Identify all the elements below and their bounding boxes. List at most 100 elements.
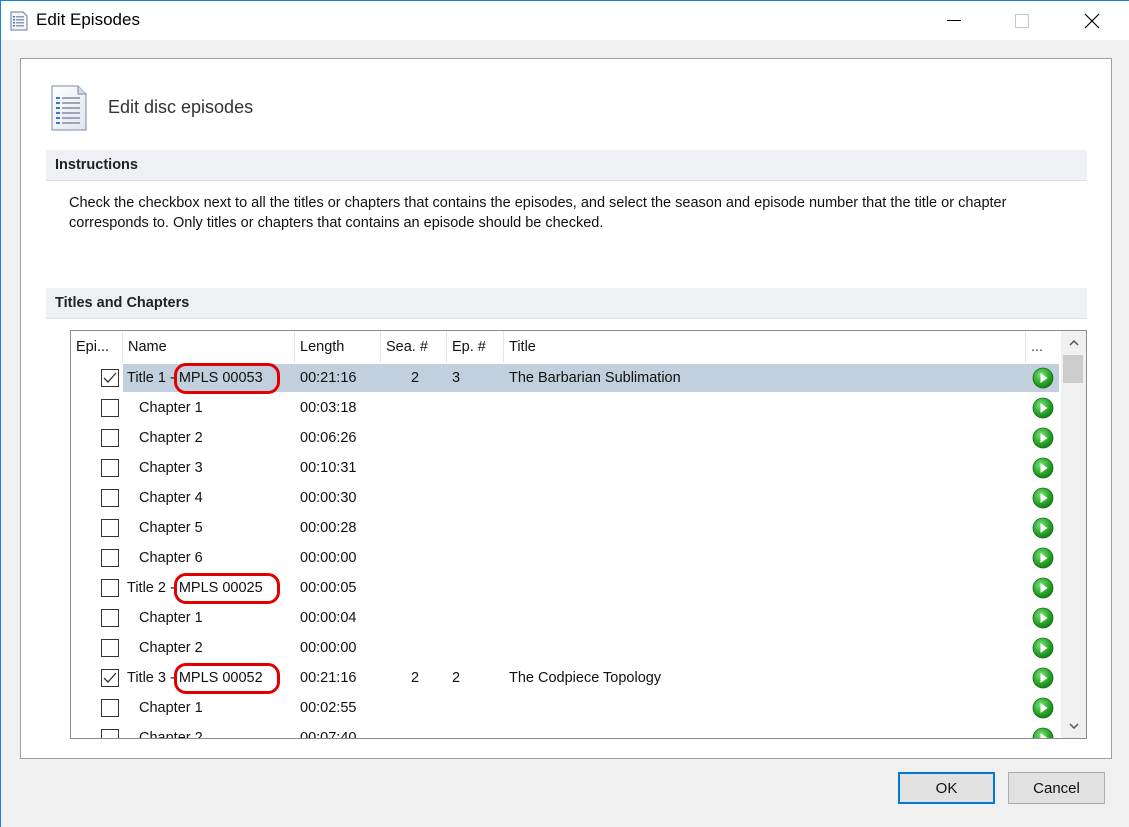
episode-checkbox[interactable]	[101, 639, 119, 657]
play-icon[interactable]	[1032, 577, 1054, 599]
cancel-button[interactable]: Cancel	[1008, 772, 1105, 804]
ok-button[interactable]: OK	[898, 772, 995, 804]
row-name: Chapter 3	[139, 460, 203, 476]
play-icon[interactable]	[1032, 427, 1054, 449]
chapter-row[interactable]: Chapter 5 00:00:28	[71, 513, 1061, 543]
document-list-icon	[51, 85, 87, 131]
chapter-row[interactable]: Chapter 3 00:10:31	[71, 453, 1061, 483]
episode-checkbox[interactable]	[101, 549, 119, 567]
column-header-episode-number[interactable]: Ep. #	[447, 331, 504, 363]
row-name: Chapter 2	[139, 730, 203, 738]
chapter-row[interactable]: Chapter 2 00:06:26	[71, 423, 1061, 453]
row-name: Chapter 1	[139, 700, 203, 716]
minimize-icon	[947, 19, 961, 21]
titles-heading: Titles and Chapters	[55, 295, 190, 311]
column-header-title[interactable]: Title	[504, 331, 1026, 363]
play-icon[interactable]	[1032, 457, 1054, 479]
row-episode[interactable]: 2	[452, 670, 460, 686]
episode-checkbox[interactable]	[101, 699, 119, 717]
row-length: 00:21:16	[300, 670, 357, 686]
episode-checkbox[interactable]	[101, 399, 119, 417]
title-row[interactable]: Title 1 - MPLS 00053 00:21:16 2 3 The Ba…	[71, 363, 1061, 394]
instructions-section-header: Instructions	[46, 150, 1087, 181]
row-name: Title 2 - MPLS 00025	[127, 580, 263, 596]
chapter-row[interactable]: Chapter 4 00:00:30	[71, 483, 1061, 513]
row-episode[interactable]: 3	[452, 370, 460, 386]
row-name: Chapter 5	[139, 520, 203, 536]
episode-checkbox[interactable]	[101, 519, 119, 537]
instructions-text: Check the checkbox next to all the title…	[69, 195, 1007, 231]
document-list-icon	[10, 11, 28, 31]
episode-checkbox[interactable]	[101, 369, 119, 387]
titles-section-header: Titles and Chapters	[46, 288, 1087, 319]
title-row[interactable]: Title 2 - MPLS 00025 00:00:05	[71, 573, 1061, 604]
column-header-length[interactable]: Length	[295, 331, 381, 363]
row-name: Title 3 - MPLS 00052	[127, 670, 263, 686]
row-season[interactable]: 2	[411, 670, 419, 686]
chapter-row[interactable]: Chapter 2 00:07:40	[71, 723, 1061, 738]
minimize-button[interactable]	[931, 1, 977, 40]
play-icon[interactable]	[1032, 727, 1054, 738]
chapter-row[interactable]: Chapter 1 00:00:04	[71, 603, 1061, 633]
play-icon[interactable]	[1032, 637, 1054, 659]
play-icon[interactable]	[1032, 607, 1054, 629]
row-length: 00:02:55	[300, 700, 357, 716]
titles-chapters-list[interactable]: Epi... Name Length Sea. # Ep. # Title ..…	[70, 330, 1087, 739]
row-length: 00:00:00	[300, 640, 357, 656]
episode-checkbox[interactable]	[101, 429, 119, 447]
checkmark-icon	[103, 372, 117, 383]
dialog-heading: Edit disc episodes	[108, 97, 254, 117]
episode-checkbox[interactable]	[101, 579, 119, 597]
row-name: Chapter 1	[139, 610, 203, 626]
row-length: 00:07:40	[300, 730, 357, 738]
row-length: 00:06:26	[300, 430, 357, 446]
episode-checkbox[interactable]	[101, 729, 119, 738]
play-icon[interactable]	[1032, 517, 1054, 539]
window-title: Edit Episodes	[36, 10, 140, 29]
play-icon[interactable]	[1032, 367, 1054, 389]
row-title[interactable]: The Codpiece Topology	[509, 670, 661, 686]
chapter-row[interactable]: Chapter 1 00:02:55	[71, 693, 1061, 723]
row-length: 00:00:00	[300, 550, 357, 566]
play-icon[interactable]	[1032, 547, 1054, 569]
row-length: 00:00:04	[300, 610, 357, 626]
column-header-episode[interactable]: Epi...	[71, 331, 123, 363]
close-icon	[1084, 13, 1100, 28]
play-icon[interactable]	[1032, 487, 1054, 509]
chevron-down-icon	[1068, 723, 1079, 729]
row-length: 00:00:28	[300, 520, 357, 536]
close-button[interactable]	[1069, 1, 1115, 40]
list-header: Epi... Name Length Sea. # Ep. # Title ..…	[71, 331, 1061, 363]
column-header-season[interactable]: Sea. #	[381, 331, 447, 363]
chevron-up-icon	[1068, 340, 1079, 346]
title-bar: Edit Episodes	[1, 1, 1129, 40]
maximize-button[interactable]	[999, 1, 1045, 40]
row-length: 00:00:05	[300, 580, 357, 596]
scroll-up-button[interactable]	[1061, 331, 1086, 355]
scroll-thumb[interactable]	[1063, 355, 1083, 383]
checkmark-icon	[103, 672, 117, 683]
vertical-scrollbar[interactable]	[1061, 331, 1086, 738]
chapter-row[interactable]: Chapter 2 00:00:00	[71, 633, 1061, 663]
episode-checkbox[interactable]	[101, 669, 119, 687]
play-icon[interactable]	[1032, 667, 1054, 689]
chapter-row[interactable]: Chapter 6 00:00:00	[71, 543, 1061, 573]
instructions-heading: Instructions	[55, 157, 138, 173]
play-icon[interactable]	[1032, 697, 1054, 719]
episode-checkbox[interactable]	[101, 609, 119, 627]
edit-episodes-window: Edit Episodes Edit disc episodes Instruc…	[0, 0, 1129, 827]
episode-checkbox[interactable]	[101, 459, 119, 477]
row-name: Chapter 6	[139, 550, 203, 566]
play-icon[interactable]	[1032, 397, 1054, 419]
episode-checkbox[interactable]	[101, 489, 119, 507]
row-season[interactable]: 2	[411, 370, 419, 386]
row-title[interactable]: The Barbarian Sublimation	[509, 370, 681, 386]
chapter-row[interactable]: Chapter 1 00:03:18	[71, 393, 1061, 423]
row-name: Title 1 - MPLS 00053	[127, 370, 263, 386]
row-length: 00:10:31	[300, 460, 357, 476]
scroll-down-button[interactable]	[1061, 714, 1086, 738]
column-header-more[interactable]: ...	[1026, 331, 1061, 363]
column-header-name[interactable]: Name	[123, 331, 295, 363]
row-length: 00:03:18	[300, 400, 357, 416]
title-row[interactable]: Title 3 - MPLS 00052 00:21:16 2 2 The Co…	[71, 663, 1061, 694]
